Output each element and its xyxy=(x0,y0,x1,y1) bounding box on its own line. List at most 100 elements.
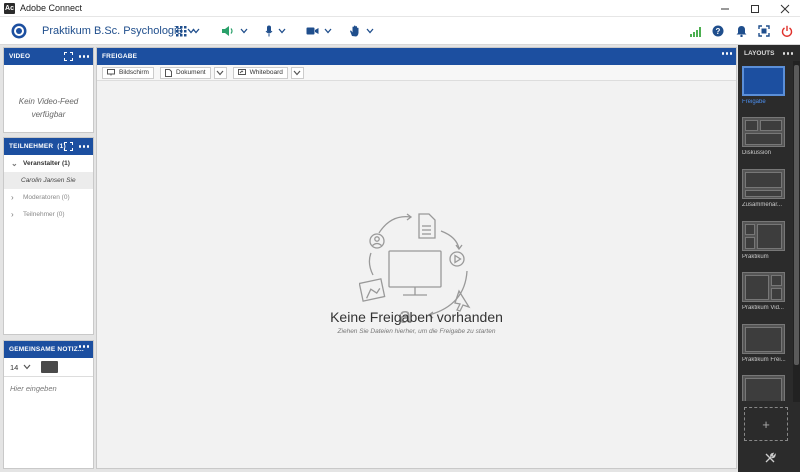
layout-thumbnail xyxy=(742,272,785,302)
no-video-message: Kein Video-Feed verfügbar xyxy=(18,97,79,119)
chevron-right-icon: › xyxy=(11,210,14,219)
layout-thumbnail xyxy=(742,221,785,251)
window-title: Adobe Connect xyxy=(20,3,83,13)
chevron-right-icon: › xyxy=(11,193,14,202)
layout-item-praktikum-video[interactable]: Praktikum Vid... xyxy=(742,272,788,311)
layouts-scrollbar-thumb[interactable] xyxy=(794,65,799,365)
pod-options-icon[interactable] xyxy=(721,52,732,55)
layouts-header: LAYOUTS xyxy=(738,45,800,61)
chevron-down-icon[interactable] xyxy=(23,364,31,370)
meeting-name: Praktikum B.Sc. Psychologie xyxy=(42,25,183,37)
font-size-select[interactable]: 14 xyxy=(10,363,18,372)
attendee-item[interactable]: Carolin Jansen Sie xyxy=(4,172,93,189)
meeting-name-menu[interactable]: Praktikum B.Sc. Psychologie xyxy=(42,25,195,37)
speaker-icon xyxy=(222,26,233,36)
apps-icon xyxy=(176,25,187,36)
layout-thumbnail xyxy=(742,117,785,147)
svg-text:?: ? xyxy=(716,27,721,36)
chevron-down-icon xyxy=(216,70,224,75)
fullscreen-button[interactable] xyxy=(756,23,772,39)
video-pod-header: VIDEO xyxy=(4,48,93,65)
chevron-down-icon xyxy=(240,28,248,34)
bell-icon xyxy=(736,26,746,37)
share-toolbar: Bildschirm Dokument Whiteboard xyxy=(97,65,736,81)
leave-meeting-button[interactable] xyxy=(779,23,795,39)
share-document-dropdown[interactable] xyxy=(213,66,227,79)
monitor-icon xyxy=(107,69,115,76)
document-icon xyxy=(164,68,172,77)
attendees-pod: TEILNEHMER (1) ⌄ Veranstalter (1) Caroli… xyxy=(3,137,94,335)
raise-hand-button[interactable] xyxy=(349,23,374,39)
meeting-toolbar: Praktikum B.Sc. Psychologie ? xyxy=(0,17,800,45)
layout-item-partial[interactable] xyxy=(742,375,788,401)
layout-item-diskussion[interactable]: Diskussion xyxy=(742,117,788,156)
layouts-options-icon[interactable] xyxy=(782,52,793,55)
empty-state-subtitle: Ziehen Sie Dateien hierher, um die Freig… xyxy=(337,328,496,335)
chevron-down-icon xyxy=(324,28,332,34)
share-whiteboard-dropdown[interactable] xyxy=(290,66,304,79)
chevron-down-icon xyxy=(192,28,200,34)
pod-options-icon[interactable] xyxy=(78,345,89,348)
text-color-picker[interactable] xyxy=(41,361,59,373)
pod-options-icon[interactable] xyxy=(78,55,89,58)
attendees-pod-title: TEILNEHMER (1) xyxy=(9,143,66,150)
attendee-group-presenters[interactable]: › Moderatoren (0) xyxy=(4,189,93,206)
camera-icon xyxy=(306,27,319,35)
shared-notes-pod: GEMEINSAME NOTIZ... 14 Hier eingeben xyxy=(3,340,94,469)
layout-thumbnail xyxy=(742,375,785,401)
apps-menu-button[interactable] xyxy=(176,23,200,39)
layouts-title: LAYOUTS xyxy=(744,49,775,57)
share-document-button[interactable]: Dokument xyxy=(159,66,211,79)
layout-item-praktikum-freigabe[interactable]: Praktikum Frei... xyxy=(742,324,788,363)
chevron-down-icon xyxy=(278,28,286,34)
microphone-icon xyxy=(265,25,273,37)
signal-icon xyxy=(689,26,701,37)
share-pod-title: FREIGABE xyxy=(102,53,138,60)
minimize-button[interactable] xyxy=(710,0,740,17)
layouts-panel: LAYOUTS Freigabe Diskussion Zusammenar..… xyxy=(738,45,800,472)
layout-thumbnail xyxy=(742,169,785,199)
chevron-down-icon xyxy=(366,28,374,34)
raise-hand-icon xyxy=(350,25,359,37)
speaker-button[interactable] xyxy=(221,23,248,39)
microphone-button[interactable] xyxy=(265,23,286,39)
notes-pod-title: GEMEINSAME NOTIZ... xyxy=(9,346,84,353)
attendee-group-hosts[interactable]: ⌄ Veranstalter (1) xyxy=(4,155,93,172)
notifications-button[interactable] xyxy=(733,23,749,39)
close-window-button[interactable] xyxy=(770,0,800,17)
help-button[interactable]: ? xyxy=(710,23,726,39)
attendee-group-participants[interactable]: › Teilnehmer (0) xyxy=(4,206,93,223)
maximize-button[interactable] xyxy=(740,0,770,17)
share-screen-button[interactable]: Bildschirm xyxy=(102,66,154,79)
video-pod-title: VIDEO xyxy=(9,53,31,60)
minimize-icon xyxy=(721,8,729,9)
video-pod: VIDEO Kein Video-Feed verfügbar xyxy=(3,47,94,133)
add-layout-button[interactable]: + xyxy=(744,407,788,441)
notes-toolbar: 14 xyxy=(4,358,93,377)
maximize-pod-icon[interactable] xyxy=(63,142,73,151)
maximize-pod-icon[interactable] xyxy=(63,52,73,61)
empty-state-title: Keine Freigaben vorhanden xyxy=(330,309,503,325)
layout-item-zusammenarbeit[interactable]: Zusammenar... xyxy=(742,169,788,208)
layout-item-freigabe[interactable]: Freigabe xyxy=(742,66,788,105)
connection-status[interactable] xyxy=(688,23,704,39)
notes-pod-header: GEMEINSAME NOTIZ... xyxy=(4,341,93,358)
share-whiteboard-button[interactable]: Whiteboard xyxy=(232,66,288,79)
share-pod-header: FREIGABE xyxy=(97,48,736,65)
window-titlebar: Ac Adobe Connect xyxy=(0,0,800,17)
layout-thumbnail xyxy=(742,66,785,96)
share-pod: FREIGABE Bildschirm Dokument Whiteboard xyxy=(96,47,737,469)
meeting-logo-icon xyxy=(11,23,27,39)
tools-icon[interactable] xyxy=(764,452,776,464)
attendees-pod-header: TEILNEHMER (1) xyxy=(4,138,93,155)
notes-input[interactable]: Hier eingeben xyxy=(4,377,93,400)
camera-button[interactable] xyxy=(306,23,332,39)
layout-item-praktikum[interactable]: Praktikum xyxy=(742,221,788,260)
share-drop-area[interactable]: a Keine Freigaben vorhanden Ziehen Sie D… xyxy=(97,81,736,468)
whiteboard-icon xyxy=(237,69,246,75)
fullscreen-icon xyxy=(758,25,770,37)
adobe-connect-logo-icon: Ac xyxy=(4,2,15,14)
pod-options-icon[interactable] xyxy=(78,145,89,148)
chevron-down-icon: ⌄ xyxy=(11,159,18,168)
help-icon: ? xyxy=(712,25,724,37)
